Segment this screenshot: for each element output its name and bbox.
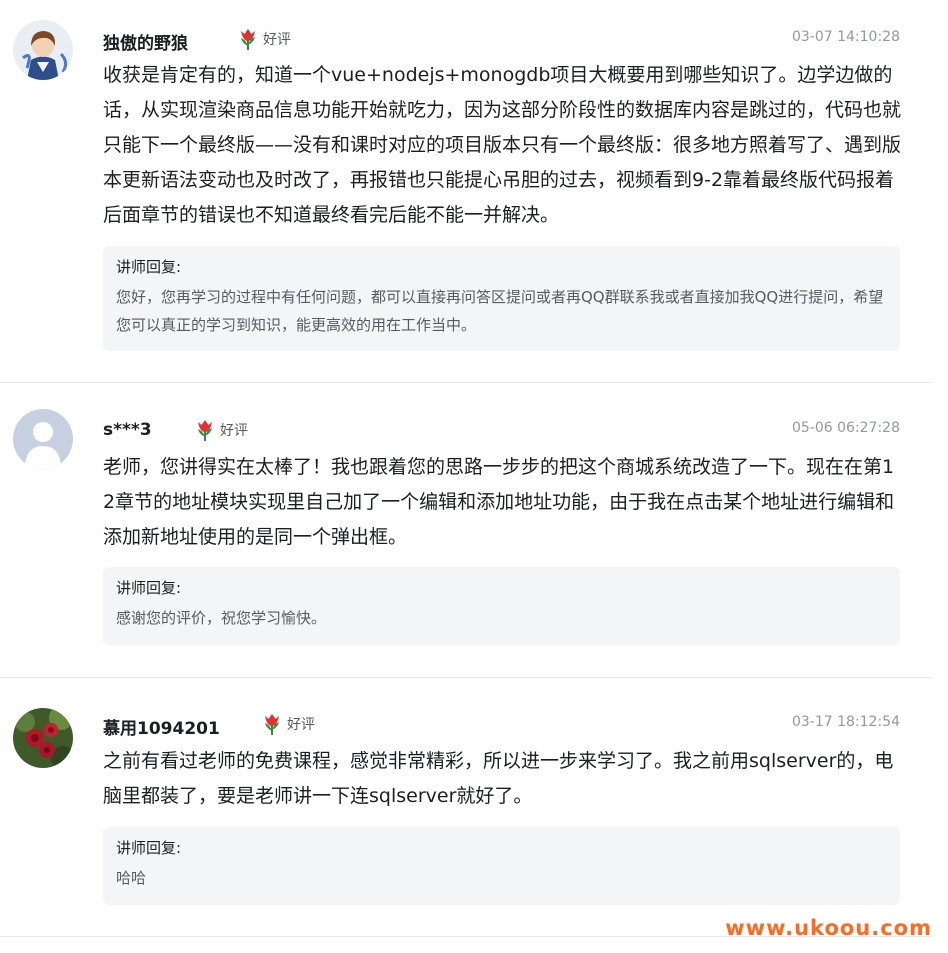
teacher-reply: 讲师回复: 哈哈 xyxy=(103,827,900,905)
review-item: 独傲的野狼 好评 03-07 14:10:28 收获是肯定有的，知道一个vue+… xyxy=(0,0,932,383)
user-avatar[interactable] xyxy=(13,409,73,469)
review-content: 收获是肯定有的，知道一个vue+nodejs+monogdb项目大概要用到哪些知… xyxy=(103,64,902,226)
user-avatar[interactable] xyxy=(13,20,73,80)
reply-text: 感谢您的评价，祝您学习愉快。 xyxy=(116,609,327,627)
review-time: 05-06 06:27:28 xyxy=(791,420,900,436)
reply-title: 讲师回复: xyxy=(116,258,182,276)
teacher-reply: 讲师回复: 感谢您的评价，祝您学习愉快。 xyxy=(103,567,900,645)
username[interactable]: s***3 xyxy=(103,420,152,440)
rating-badge: 好评 xyxy=(237,27,291,51)
rating-badge: 好评 xyxy=(194,418,248,442)
username[interactable]: 慕用1094201 xyxy=(103,714,220,739)
site-watermark: www.ukoou.com xyxy=(725,916,932,940)
review-item: 慕用1094201 好评 03-17 18:12:54 之前有看过老师的免费课程… xyxy=(0,678,932,937)
rating-label: 好评 xyxy=(287,717,315,733)
user-avatar[interactable] xyxy=(13,708,73,768)
reply-text: 哈哈 xyxy=(116,869,147,887)
user-silhouette-icon xyxy=(13,409,73,469)
rating-badge: 好评 xyxy=(261,712,315,736)
flower-icon xyxy=(198,420,212,441)
review-content: 老师，您讲得实在太棒了！我也跟着您的思路一步步的把这个商城系统改造了一下。现在在… xyxy=(103,456,895,548)
rating-label: 好评 xyxy=(263,32,291,48)
reply-title: 讲师回复: xyxy=(116,579,182,597)
review-time: 03-07 14:10:28 xyxy=(791,29,900,45)
username[interactable]: 独傲的野狼 xyxy=(103,29,188,54)
flower-icon xyxy=(241,29,255,50)
review-content: 之前有看过老师的免费课程，感觉非常精彩，所以进一步来学习了。我之前用sqlser… xyxy=(103,750,894,807)
rating-label: 好评 xyxy=(220,423,248,439)
flower-icon xyxy=(265,714,279,735)
review-time: 03-17 18:12:54 xyxy=(791,714,900,730)
review-item: s***3 好评 05-06 06:27:28 老师，您讲得实在太棒了！我也跟着… xyxy=(0,383,932,678)
reply-text: 您好，您再学习的过程中有任何问题，都可以直接再问答区提问或者再QQ群联系我或者直… xyxy=(116,288,884,334)
reply-title: 讲师回复: xyxy=(116,839,182,857)
teacher-reply: 讲师回复: 您好，您再学习的过程中有任何问题，都可以直接再问答区提问或者再QQ群… xyxy=(103,246,900,351)
